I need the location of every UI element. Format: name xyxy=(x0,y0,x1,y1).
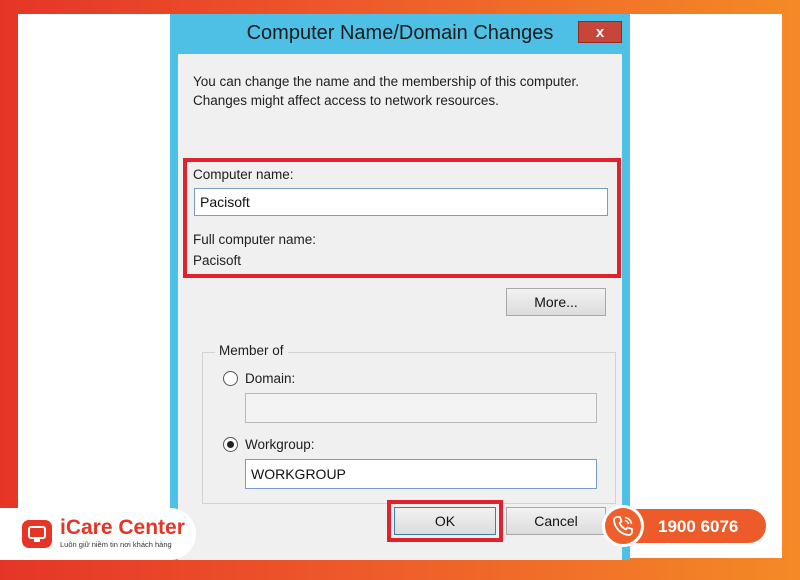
computer-name-dialog: Computer Name/Domain Changes x You can c… xyxy=(170,14,630,560)
domain-label: Domain: xyxy=(245,371,296,386)
dialog-panel: You can change the name and the membersh… xyxy=(178,54,622,560)
domain-radio[interactable] xyxy=(223,371,238,386)
computer-name-label: Computer name: xyxy=(193,167,294,182)
hotline-number: 1900 6076 xyxy=(658,517,739,536)
radio-selected-dot xyxy=(227,441,234,448)
full-computer-name-value: Pacisoft xyxy=(193,253,242,268)
brand-tagline: Luôn giữ niềm tin nơi khách hàng xyxy=(60,540,172,549)
workgroup-label: Workgroup: xyxy=(245,437,315,452)
workgroup-radio[interactable] xyxy=(223,437,238,452)
hotline-badge[interactable]: 1900 6076 xyxy=(602,505,768,547)
cancel-button[interactable]: Cancel xyxy=(506,507,606,535)
brand-logo-card: iCare Center Luôn giữ niềm tin nơi khách… xyxy=(0,508,196,560)
dialog-title: Computer Name/Domain Changes xyxy=(246,22,554,44)
full-computer-name-label: Full computer name: xyxy=(193,232,317,247)
member-of-group: Member of Domain: Workgroup: WORKGROUP xyxy=(202,343,616,504)
phone-icon xyxy=(602,505,644,547)
brand-name: iCare Center xyxy=(60,516,185,539)
member-of-legend: Member of xyxy=(215,343,288,358)
monitor-logo-icon xyxy=(22,520,52,548)
computer-name-input[interactable]: Pacisoft xyxy=(194,188,608,216)
workgroup-input[interactable]: WORKGROUP xyxy=(245,459,597,489)
close-button[interactable]: x xyxy=(578,21,622,43)
close-icon: x xyxy=(595,23,605,41)
more-button[interactable]: More... xyxy=(506,288,606,316)
ok-button[interactable]: OK xyxy=(394,507,496,535)
dialog-description: You can change the name and the membersh… xyxy=(193,74,579,108)
domain-input[interactable] xyxy=(245,393,597,423)
